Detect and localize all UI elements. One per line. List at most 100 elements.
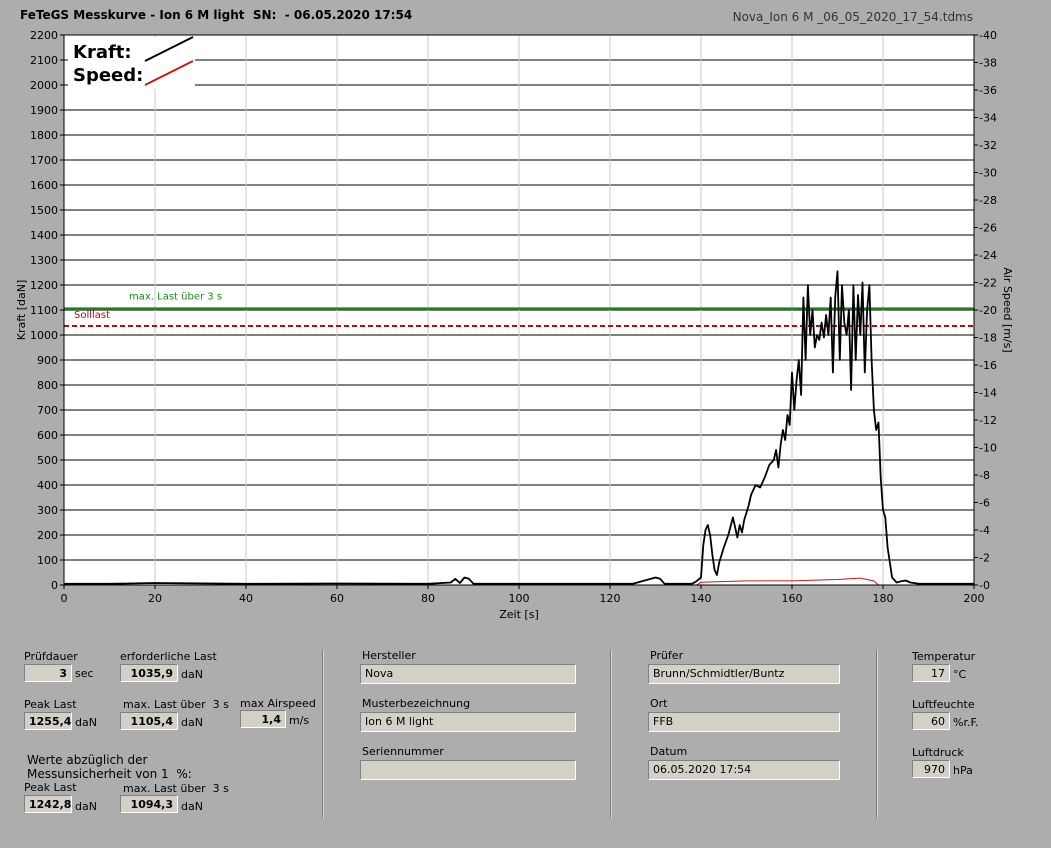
- peak-last2-label: Peak Last: [24, 781, 77, 794]
- y2-tick-label: -26: [979, 222, 997, 235]
- x-tick-label: 40: [239, 592, 253, 605]
- x-tick-label: 80: [421, 592, 435, 605]
- y2-tick-label: -22: [979, 277, 997, 290]
- x-axis-label: Zeit [s]: [499, 608, 538, 621]
- y-tick-label: 2000: [30, 79, 58, 92]
- luftfeuchte-value: 60: [912, 712, 950, 730]
- luftfeuchte-label: Luftfeuchte: [912, 698, 975, 711]
- peak-last-value: 1255,4: [24, 712, 72, 730]
- temperatur-unit: °C: [953, 668, 967, 681]
- pruefer-field: Brunn/Schmidtler/Buntz: [648, 664, 840, 684]
- y-tick-label: 1300: [30, 254, 58, 267]
- y-tick-label: 1900: [30, 104, 58, 117]
- hersteller-label: Hersteller: [362, 649, 416, 662]
- x-tick-label: 160: [782, 592, 803, 605]
- y2-tick-label: -0: [979, 579, 990, 592]
- erforderliche-last-label: erforderliche Last: [120, 650, 217, 663]
- hersteller-field: Nova: [360, 664, 576, 684]
- ort-field: FFB: [648, 712, 840, 732]
- x-tick-label: 0: [61, 592, 68, 605]
- y2-axis-label: Air Speed [m/s]: [1001, 267, 1014, 352]
- legend: Kraft:Speed:: [68, 36, 195, 89]
- x-tick-label: 60: [330, 592, 344, 605]
- y-tick-label: 300: [37, 504, 58, 517]
- y-tick-label: 1100: [30, 304, 58, 317]
- y-tick-label: 900: [37, 354, 58, 367]
- max-last2-unit: daN: [181, 800, 203, 813]
- y-tick-label: 1400: [30, 229, 58, 242]
- max-airspeed-value: 1,4: [240, 710, 286, 728]
- y2-tick-label: -34: [979, 112, 997, 125]
- y2-tick-label: -14: [979, 387, 997, 400]
- y-tick-label: 1000: [30, 329, 58, 342]
- peak-last-label: Peak Last: [24, 698, 77, 711]
- legend-speed-label: Speed:: [73, 65, 143, 86]
- x-tick-label: 100: [509, 592, 530, 605]
- solllast-line-label: Solllast: [74, 310, 110, 321]
- temperatur-label: Temperatur: [912, 650, 976, 663]
- temperatur-value: 17: [912, 664, 950, 682]
- y-tick-label: 200: [37, 529, 58, 542]
- luftdruck-value: 970: [912, 760, 950, 778]
- seriennummer-field: [360, 760, 576, 780]
- legend-kraft-label: Kraft:: [73, 42, 132, 63]
- y2-tick-label: -10: [979, 442, 997, 455]
- y-tick-label: 2200: [30, 29, 58, 42]
- ort-label: Ort: [650, 697, 668, 710]
- y2-tick-label: -36: [979, 84, 997, 97]
- y-tick-label: 1700: [30, 154, 58, 167]
- x-tick-label: 180: [873, 592, 894, 605]
- separator: [322, 650, 324, 818]
- force-speed-chart: max. Last über 3 sSolllast 0100200300400…: [15, 29, 1014, 621]
- y2-tick-label: -24: [979, 249, 997, 262]
- max-last-unit: daN: [181, 716, 203, 729]
- x-tick-label: 140: [691, 592, 712, 605]
- y-tick-label: 100: [37, 554, 58, 567]
- y-axis-label: Kraft [daN]: [15, 280, 28, 341]
- datum-label: Datum: [650, 745, 688, 758]
- musterbezeichnung-label: Musterbezeichnung: [362, 697, 471, 710]
- y-tick-label: 600: [37, 429, 58, 442]
- y2-tick-label: -38: [979, 57, 997, 70]
- luftdruck-unit: hPa: [953, 764, 973, 777]
- measurement-uncertainty-note: Werte abzüglich der Messunsicherheit von…: [27, 753, 192, 781]
- max-airspeed-label: max Airspeed: [240, 697, 316, 710]
- max-last-line-label: max. Last über 3 s: [129, 292, 222, 303]
- peak-last-unit: daN: [75, 716, 97, 729]
- luftfeuchte-unit: %r.F.: [953, 716, 979, 729]
- y2-tick-label: -30: [979, 167, 997, 180]
- y-tick-label: 500: [37, 454, 58, 467]
- max-last-label: max. Last über 3 s: [123, 698, 229, 711]
- y2-tick-label: -4: [979, 524, 990, 537]
- max-last2-value: 1094,3: [120, 795, 178, 813]
- y2-tick-label: -8: [979, 469, 990, 482]
- y2-tick-label: -28: [979, 194, 997, 207]
- y2-tick-label: -32: [979, 139, 997, 152]
- pruefer-label: Prüfer: [650, 649, 684, 662]
- peak-last2-unit: daN: [75, 800, 97, 813]
- max-last2-label: max. Last über 3 s: [123, 782, 229, 795]
- peak-last2-value: 1242,8: [24, 795, 72, 813]
- luftdruck-label: Luftdruck: [912, 746, 964, 759]
- y-tick-label: 400: [37, 479, 58, 492]
- y2-tick-label: -12: [979, 414, 997, 427]
- y2-tick-label: -40: [979, 29, 997, 42]
- max-last-value: 1105,4: [120, 712, 178, 730]
- musterbezeichnung-field: Ion 6 M light: [360, 712, 576, 732]
- separator: [876, 650, 878, 818]
- y-tick-label: 1500: [30, 204, 58, 217]
- y2-tick-label: -20: [979, 304, 997, 317]
- max-airspeed-unit: m/s: [289, 714, 310, 727]
- y-tick-label: 0: [51, 579, 58, 592]
- y2-tick-label: -16: [979, 359, 997, 372]
- y-tick-label: 1800: [30, 129, 58, 142]
- y-tick-label: 2100: [30, 54, 58, 67]
- pruefdauer-unit: sec: [75, 667, 94, 680]
- erforderliche-last-unit: daN: [181, 668, 203, 681]
- seriennummer-label: Seriennummer: [362, 745, 444, 758]
- x-tick-label: 20: [148, 592, 162, 605]
- y-tick-label: 1200: [30, 279, 58, 292]
- separator: [610, 650, 612, 818]
- x-tick-label: 120: [600, 592, 621, 605]
- y-tick-label: 1600: [30, 179, 58, 192]
